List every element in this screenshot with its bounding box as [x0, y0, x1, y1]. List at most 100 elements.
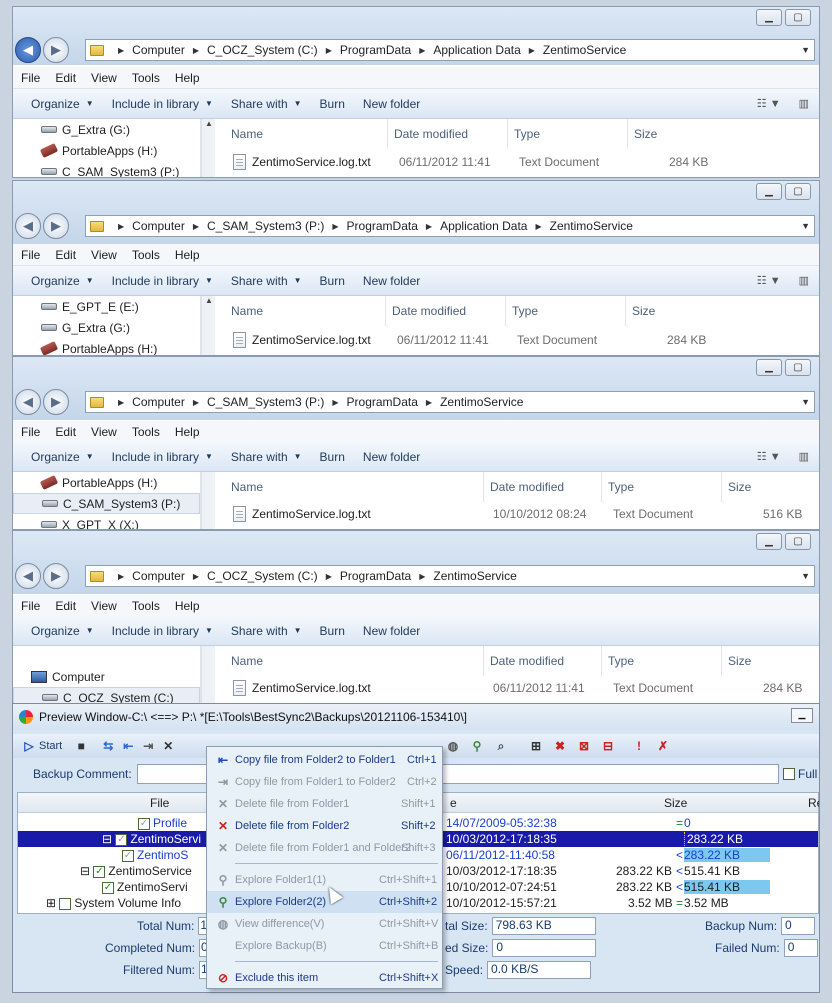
address-bar[interactable]: ▶ Computer ▶ C_OCZ_System (C:) ▶ ProgramDat…: [85, 39, 815, 61]
menu-item-copy-folder2-to-folder1[interactable]: ⇤ Copy file from Folder2 to Folder1 Ctrl+1: [207, 749, 442, 771]
menu-item-delete-from-folder2[interactable]: ✕ Delete file from Folder2 Shift+2: [207, 815, 442, 837]
column-size[interactable]: Size: [625, 296, 655, 326]
forward-button[interactable]: ▶: [43, 37, 69, 63]
address-dropdown-icon[interactable]: ▼: [801, 221, 810, 231]
column-type[interactable]: Type: [505, 296, 538, 326]
maximize-button[interactable]: ▢: [785, 533, 811, 550]
nav-item[interactable]: X_GPT_X (X:): [13, 514, 200, 529]
view-options-icon[interactable]: ☷ ▼: [757, 450, 781, 463]
preview-pane-icon[interactable]: ▥: [799, 97, 809, 110]
delete-all-icon[interactable]: ✖: [553, 739, 567, 753]
breadcrumb-item[interactable]: ZentimoService: [550, 219, 633, 233]
filter-icon[interactable]: ⊟: [601, 739, 615, 753]
burn-button[interactable]: Burn: [320, 450, 345, 464]
nav-item-selected[interactable]: C_SAM_System3 (P:): [13, 493, 200, 514]
menu-view[interactable]: View: [91, 425, 117, 439]
column-name[interactable]: Name: [225, 472, 263, 502]
breadcrumb-item[interactable]: ProgramData: [347, 395, 418, 409]
column-type[interactable]: Type: [601, 646, 634, 676]
breadcrumb-item[interactable]: C_OCZ_System (C:): [207, 569, 318, 583]
column-file[interactable]: File: [150, 796, 169, 810]
menu-file[interactable]: File: [21, 599, 40, 613]
scrollbar[interactable]: ▲: [201, 119, 215, 177]
menu-help[interactable]: Help: [175, 425, 200, 439]
menu-view[interactable]: View: [91, 248, 117, 262]
copy-left-icon[interactable]: ⇤: [121, 739, 135, 753]
menu-edit[interactable]: Edit: [55, 425, 76, 439]
new-folder-button[interactable]: New folder: [363, 450, 420, 464]
search-icon[interactable]: ⌕: [494, 739, 508, 753]
menu-tools[interactable]: Tools: [132, 248, 160, 262]
exclude-icon[interactable]: ⊠: [577, 739, 591, 753]
column-date[interactable]: Date modified: [483, 646, 564, 676]
address-bar[interactable]: ▶ Computer ▶ C_SAM_System3 (P:) ▶ ProgramDa…: [85, 391, 815, 413]
new-folder-button[interactable]: New folder: [363, 97, 420, 111]
minimize-button[interactable]: ▁: [791, 708, 813, 723]
column-date[interactable]: Date modified: [387, 119, 468, 149]
burn-button[interactable]: Burn: [320, 624, 345, 638]
nav-item[interactable]: C_SAM_System3 (P:): [13, 161, 200, 177]
minimize-button[interactable]: ▁: [756, 359, 782, 376]
address-dropdown-icon[interactable]: ▼: [801, 571, 810, 581]
back-button[interactable]: ◀: [15, 563, 41, 589]
column-date[interactable]: e: [450, 796, 457, 810]
menu-edit[interactable]: Edit: [55, 248, 76, 262]
tree-icon[interactable]: ⊞: [529, 739, 543, 753]
breadcrumb-item[interactable]: Application Data: [433, 43, 520, 57]
minimize-button[interactable]: ▁: [756, 533, 782, 550]
minimize-button[interactable]: ▁: [756, 183, 782, 200]
menu-tools[interactable]: Tools: [132, 599, 160, 613]
back-button[interactable]: ◀: [15, 37, 41, 63]
menu-view[interactable]: View: [91, 599, 117, 613]
file-row[interactable]: ZentimoService.log.txt 06/11/2012 11:41 …: [215, 677, 819, 699]
column-size[interactable]: Size: [721, 646, 751, 676]
address-dropdown-icon[interactable]: ▼: [801, 45, 810, 55]
sync-icon[interactable]: ⇆: [101, 739, 115, 753]
column-date[interactable]: Date modified: [483, 472, 564, 502]
full-checkbox[interactable]: [783, 768, 795, 780]
menu-tools[interactable]: Tools: [132, 425, 160, 439]
menu-item-exclude[interactable]: ⊘ Exclude this item Ctrl+Shift+X: [207, 967, 442, 989]
menu-item-copy-folder1-to-folder2[interactable]: ⇥ Copy file from Folder1 to Folder2 Ctrl+2: [207, 771, 442, 793]
maximize-button[interactable]: ▢: [785, 9, 811, 26]
burn-button[interactable]: Burn: [320, 274, 345, 288]
column-re[interactable]: Re: [808, 796, 819, 810]
menu-item-delete-from-folder1[interactable]: ✕ Delete file from Folder1 Shift+1: [207, 793, 442, 815]
breadcrumb-item[interactable]: ProgramData: [340, 569, 411, 583]
breadcrumb-item[interactable]: Computer: [132, 43, 185, 57]
menu-file[interactable]: File: [21, 425, 40, 439]
breadcrumb-item[interactable]: C_OCZ_System (C:): [207, 43, 318, 57]
nav-item[interactable]: PortableApps (H:): [13, 338, 200, 355]
alert-icon[interactable]: !: [632, 739, 646, 753]
new-folder-button[interactable]: New folder: [363, 624, 420, 638]
address-dropdown-icon[interactable]: ▼: [801, 397, 810, 407]
scrollbar[interactable]: [201, 646, 215, 705]
file-row[interactable]: ZentimoService.log.txt 10/10/2012 08:24 …: [215, 503, 819, 525]
maximize-button[interactable]: ▢: [785, 183, 811, 200]
view-options-icon[interactable]: ☷ ▼: [757, 274, 781, 287]
address-bar[interactable]: ▶ Computer ▶ C_SAM_System3 (P:) ▶ ProgramDa…: [85, 215, 815, 237]
file-row[interactable]: ZentimoService.log.txt 06/11/2012 11:41 …: [215, 151, 819, 173]
share-with-button[interactable]: Share with ▼: [231, 624, 302, 638]
scrollbar[interactable]: [201, 472, 215, 529]
include-in-library-button[interactable]: Include in library ▼: [112, 97, 213, 111]
organize-button[interactable]: Organize ▼: [31, 450, 94, 464]
menu-item-explore-backup[interactable]: Explore Backup(B) Ctrl+Shift+B: [207, 935, 442, 957]
organize-button[interactable]: Organize ▼: [31, 97, 94, 111]
nav-item[interactable]: Computer: [13, 666, 200, 687]
breadcrumb-item[interactable]: C_SAM_System3 (P:): [207, 395, 324, 409]
column-name[interactable]: Name: [225, 646, 263, 676]
breadcrumb-item[interactable]: ProgramData: [340, 43, 411, 57]
maximize-button[interactable]: ▢: [785, 359, 811, 376]
back-button[interactable]: ◀: [15, 213, 41, 239]
include-in-library-button[interactable]: Include in library ▼: [112, 624, 213, 638]
file-row[interactable]: ZentimoService.log.txt 06/11/2012 11:41 …: [215, 329, 819, 351]
menu-item-delete-from-both[interactable]: ✕ Delete file from Folder1 and Folder2 Shi…: [207, 837, 442, 859]
nav-item[interactable]: E_GPT_E (E:): [13, 296, 200, 317]
view-options-icon[interactable]: ☷ ▼: [757, 97, 781, 110]
breadcrumb-item[interactable]: ZentimoService: [440, 395, 523, 409]
include-in-library-button[interactable]: Include in library ▼: [112, 450, 213, 464]
nav-item[interactable]: G_Extra (G:): [13, 119, 200, 140]
breadcrumb-item[interactable]: ProgramData: [347, 219, 418, 233]
forward-button[interactable]: ▶: [43, 389, 69, 415]
